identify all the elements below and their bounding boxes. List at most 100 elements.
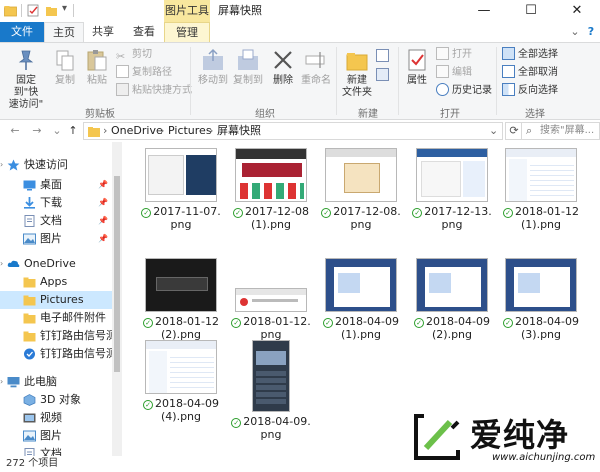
copy-button[interactable]: 复制	[50, 47, 80, 87]
history-icon	[436, 83, 449, 96]
nav-downloads[interactable]: 下载 📌	[0, 194, 112, 212]
file-item[interactable]: ✓ 2018-01-12 (1).png	[498, 148, 584, 231]
address-dropdown-icon[interactable]: ⌄	[489, 123, 498, 139]
thumbnail-shape	[148, 155, 184, 195]
nav-scrollbar-thumb[interactable]	[114, 176, 120, 372]
select-all-label: 全部选择	[518, 49, 558, 60]
file-name-text: 2018-04-09.png	[243, 415, 311, 441]
select-none-button[interactable]: 全部取消	[502, 65, 558, 81]
properties-quick-icon[interactable]	[27, 4, 40, 17]
tab-manage[interactable]: 管理	[164, 22, 210, 42]
crumb-separator[interactable]: ›	[209, 123, 213, 139]
nav-email-attachments[interactable]: 电子邮件附件	[0, 309, 112, 327]
file-item[interactable]: ✓ 2018-04-09.png	[228, 340, 314, 441]
copy-to-button[interactable]: 复制到	[231, 47, 265, 87]
file-item[interactable]: ✓ 2018-04-09 (1).png	[318, 258, 404, 341]
search-input[interactable]: ⌕ 搜索"屏幕...	[521, 122, 600, 140]
quick-access-dropdown-icon[interactable]: ▾	[62, 3, 67, 14]
file-item[interactable]: ✓ 2018-01-12.png	[228, 258, 314, 341]
nav-pictures-pc[interactable]: 图片	[0, 427, 112, 445]
minimize-button[interactable]: —	[461, 0, 507, 22]
nav-pictures[interactable]: 图片 📌	[0, 230, 112, 248]
new-item-icon[interactable]	[376, 49, 389, 62]
nav-item-label: 图片	[40, 232, 62, 245]
file-item[interactable]: ✓ 2018-04-09 (4).png	[138, 340, 224, 423]
select-all-button[interactable]: 全部选择	[502, 47, 558, 63]
new-folder-quick-icon[interactable]	[45, 4, 58, 17]
crumb-separator[interactable]: ›	[103, 123, 107, 139]
breadcrumb-onedrive[interactable]: OneDrive	[111, 123, 163, 139]
back-button[interactable]: ←	[8, 124, 22, 138]
file-item[interactable]: ✓ 2017-12-08 (1).png	[228, 148, 314, 231]
nav-quick-access[interactable]: 快速访问	[0, 156, 112, 174]
breadcrumb-pictures[interactable]: Pictures	[168, 123, 212, 139]
maximize-button[interactable]: ☐	[508, 0, 554, 22]
move-to-button[interactable]: 移动到	[196, 47, 230, 87]
rename-label: 重命名	[301, 75, 331, 86]
copy-path-button[interactable]: 复制路径	[116, 65, 172, 81]
file-name: ✓ 2018-01-12 (2).png	[138, 315, 224, 341]
nav-item-label: 钉钉路由信号测试	[40, 329, 112, 342]
nav-dingding-2[interactable]: 钉钉路由信号测试	[0, 345, 112, 363]
thumbnail-shape	[463, 161, 485, 197]
nav-3d-objects[interactable]: 3D 对象	[0, 391, 112, 409]
file-item[interactable]: ✓ 2017-12-08.png	[318, 148, 404, 231]
file-item[interactable]: ✓ 2018-04-09 (3).png	[498, 258, 584, 341]
easy-access-icon[interactable]	[376, 68, 389, 81]
nav-documents-pc[interactable]: 文档	[0, 445, 112, 456]
nav-item-label: 桌面	[40, 178, 62, 191]
nav-apps[interactable]: Apps	[0, 273, 112, 291]
file-item[interactable]: ✓ 2017-12-13.png	[409, 148, 495, 231]
video-icon	[23, 412, 36, 424]
new-folder-button[interactable]: 新建 文件夹	[340, 47, 374, 99]
help-icon[interactable]: ?	[584, 25, 598, 39]
nav-onedrive[interactable]: OneDrive	[0, 255, 112, 273]
rename-button[interactable]: 重命名	[299, 47, 333, 87]
ribbon-expand-icon[interactable]: ⌄	[568, 25, 582, 39]
file-item[interactable]: ✓ 2018-01-12 (2).png	[138, 258, 224, 341]
nav-desktop[interactable]: 桌面 📌	[0, 176, 112, 194]
recent-locations-button[interactable]: ⌄	[50, 124, 64, 138]
nav-item-label: 视频	[40, 411, 62, 424]
thumbnail-shape	[421, 161, 461, 197]
nav-dingding-1[interactable]: 钉钉路由信号测试	[0, 327, 112, 345]
history-button[interactable]: 历史记录	[436, 83, 492, 99]
nav-this-pc[interactable]: 此电脑	[0, 373, 112, 391]
file-thumbnail	[505, 258, 577, 312]
nav-videos[interactable]: 视频	[0, 409, 112, 427]
crumb-separator[interactable]: ›	[160, 123, 164, 139]
paste-shortcut-button[interactable]: 粘贴快捷方式	[116, 83, 192, 99]
select-all-icon	[502, 47, 515, 60]
tab-file[interactable]: 文件	[0, 22, 44, 42]
group-separator	[398, 47, 399, 115]
nav-item-label: 文档	[40, 447, 62, 456]
tab-view[interactable]: 查看	[124, 22, 164, 42]
edit-button[interactable]: 编辑	[436, 65, 472, 81]
close-button[interactable]: ✕	[554, 0, 600, 22]
file-item[interactable]: ✓ 2017-11-07.png	[138, 148, 224, 231]
tab-share[interactable]: 共享	[86, 22, 120, 42]
cut-button[interactable]: ✂ 剪切	[116, 47, 152, 63]
tab-home[interactable]: 主页	[44, 22, 84, 42]
file-thumbnail	[145, 258, 217, 312]
forward-button[interactable]: →	[30, 124, 44, 138]
delete-button[interactable]: 删除	[268, 47, 298, 87]
open-button[interactable]: 打开	[436, 47, 472, 63]
expand-chevron-icon[interactable]: ›	[0, 255, 3, 273]
nav-documents[interactable]: 文档 📌	[0, 212, 112, 230]
pin-quick-access-button[interactable]: 固定到"快 速访问"	[4, 47, 48, 111]
properties-button[interactable]: 属性	[402, 47, 432, 87]
invert-selection-button[interactable]: 反向选择	[502, 83, 558, 99]
expand-chevron-icon[interactable]: ›	[0, 373, 3, 391]
nav-pictures-onedrive[interactable]: Pictures	[0, 291, 112, 309]
breadcrumb-screenshots[interactable]: 屏幕快照	[217, 123, 261, 139]
pics-icon	[23, 430, 36, 442]
group-organize-label: 组织	[255, 109, 275, 120]
address-bar[interactable]: › OneDrive › Pictures › 屏幕快照 ⌄	[83, 122, 503, 140]
file-name-text: 2018-04-09 (3).png	[515, 315, 579, 341]
expand-chevron-icon[interactable]: ›	[0, 156, 3, 174]
file-thumbnail	[235, 288, 307, 312]
paste-button[interactable]: 粘贴	[82, 47, 112, 87]
up-button[interactable]: ↑	[66, 124, 80, 138]
file-item[interactable]: ✓ 2018-04-09 (2).png	[409, 258, 495, 341]
